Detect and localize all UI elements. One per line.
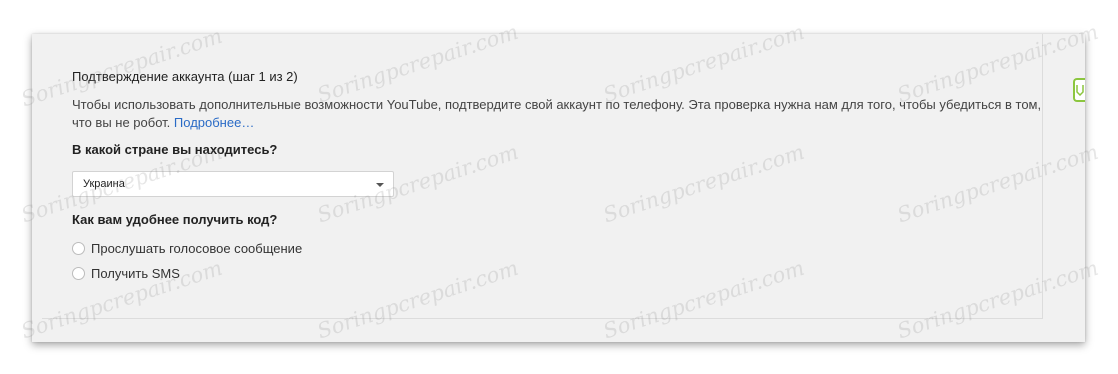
learn-more-link[interactable]: Подробнее… [174,115,254,130]
feedback-tab[interactable] [1073,78,1085,102]
voice-message-label: Прослушать голосовое сообщение [91,240,303,256]
account-verification-panel: Подтверждение аккаунта (шаг 1 из 2) Чтоб… [32,34,1085,342]
feedback-icon [1076,85,1084,96]
description: Чтобы использовать дополнительные возмож… [72,96,1042,132]
sms-radio[interactable] [72,266,85,280]
sms-label: Получить SMS [91,265,180,281]
country-question: В какой стране вы находитесь? [72,142,278,157]
country-select-value: Украина [83,178,125,190]
code-method-question: Как вам удобнее получить код? [72,212,278,227]
country-select[interactable]: Украина [72,171,394,197]
page: Подтверждение аккаунта (шаг 1 из 2) Чтоб… [0,0,1118,374]
page-title: Подтверждение аккаунта (шаг 1 из 2) [72,69,298,84]
form-container: Подтверждение аккаунта (шаг 1 из 2) Чтоб… [42,34,1043,319]
voice-message-radio[interactable] [72,241,85,255]
voice-message-option[interactable]: Прослушать голосовое сообщение [72,239,302,257]
chevron-down-icon [376,183,384,187]
sms-option[interactable]: Получить SMS [72,264,180,282]
